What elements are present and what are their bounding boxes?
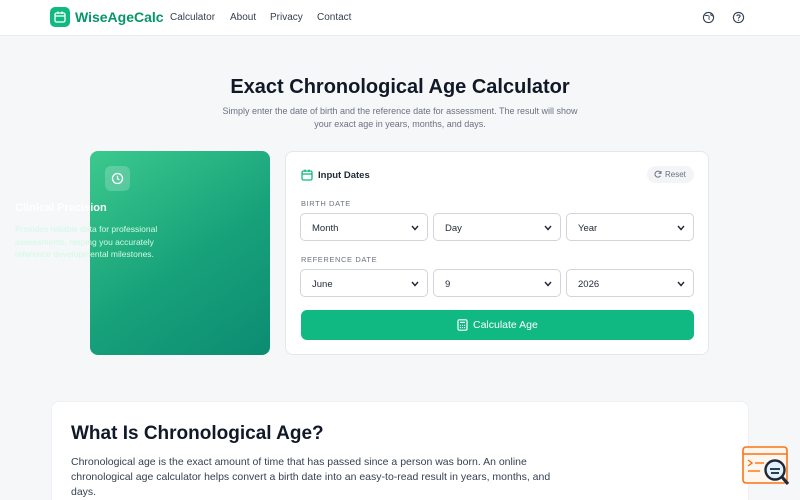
reference-month-select[interactable]: June	[300, 269, 428, 297]
birth-year-value: Year	[578, 223, 598, 234]
chevron-down-icon	[411, 225, 419, 231]
brand-name[interactable]: WiseAgeCalc	[75, 9, 164, 25]
reference-year-select[interactable]: 2026	[566, 269, 694, 297]
reference-year-value: 2026	[578, 279, 600, 290]
birth-year-select[interactable]: Year	[566, 213, 694, 241]
chevron-down-icon	[411, 281, 419, 287]
top-navbar: WiseAgeCalc Calculator About Privacy Con…	[0, 0, 800, 36]
page-title: Exact Chronological Age Calculator	[230, 76, 570, 98]
nav-privacy[interactable]: Privacy	[270, 12, 303, 23]
article-title: What Is Chronological Age?	[71, 423, 324, 444]
help-icon[interactable]	[732, 11, 745, 24]
logo-icon[interactable]	[50, 7, 70, 27]
refresh-icon	[654, 170, 662, 178]
birth-date-label: BIRTH DATE	[301, 199, 351, 208]
chevron-down-icon	[544, 281, 552, 287]
birth-month-value: Month	[312, 223, 339, 234]
chevron-down-icon	[677, 281, 685, 287]
input-card-title: Input Dates	[318, 170, 370, 181]
calendar-icon	[301, 169, 313, 181]
nav-about[interactable]: About	[230, 12, 256, 23]
reference-day-value: 9	[445, 279, 451, 290]
clock-icon	[105, 166, 130, 191]
chevron-down-icon	[544, 225, 552, 231]
chevron-down-icon	[677, 225, 685, 231]
birth-month-select[interactable]: Month	[300, 213, 428, 241]
article-body: Chronological age is the exact amount of…	[71, 456, 551, 498]
search-widget-icon[interactable]	[742, 446, 790, 488]
reference-day-select[interactable]: 9	[433, 269, 561, 297]
nav-contact[interactable]: Contact	[317, 12, 351, 23]
reset-button[interactable]: Reset	[647, 166, 694, 183]
reference-month-value: June	[312, 279, 333, 290]
feature-description: Provides reliable data for professional …	[15, 224, 158, 259]
birth-day-select[interactable]: Day	[433, 213, 561, 241]
calculate-age-button[interactable]: Calculate Age	[301, 310, 694, 340]
globe-icon[interactable]	[702, 11, 715, 24]
calculator-icon	[457, 319, 468, 331]
page-subtitle: Simply enter the date of birth and the r…	[222, 106, 578, 129]
calculate-age-label: Calculate Age	[473, 319, 538, 331]
nav-calculator[interactable]: Calculator	[170, 12, 215, 23]
reference-date-label: REFERENCE DATE	[301, 255, 378, 264]
feature-title: Clinical Precision	[15, 202, 107, 214]
birth-day-value: Day	[445, 223, 462, 234]
reset-label: Reset	[665, 170, 686, 179]
